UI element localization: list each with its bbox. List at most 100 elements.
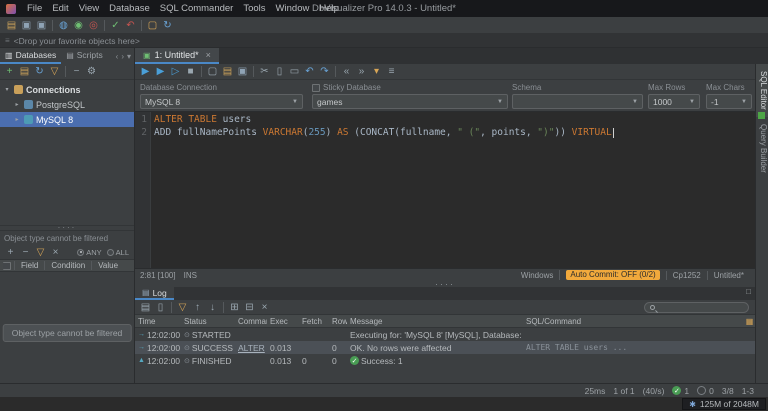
apply-filter-icon[interactable]: ▽ [33, 245, 48, 259]
log-column-message[interactable]: Message [347, 317, 523, 326]
database-dropdown[interactable]: games ▼ [312, 94, 508, 109]
tree-item-postgresql[interactable]: ▸ PostgreSQL [0, 97, 134, 112]
stop-icon[interactable]: ■ [183, 65, 198, 79]
filter-column-value[interactable]: Value [91, 261, 124, 270]
bookmarks-icon[interactable]: ▾ [369, 65, 384, 79]
save-icon[interactable]: ▣ [19, 18, 34, 32]
disconnect-icon[interactable]: ◎ [86, 18, 101, 32]
expand-icon[interactable]: ▸ [13, 101, 21, 108]
max-rows-dropdown[interactable]: 1000 ▼ [648, 94, 700, 109]
expand-icon[interactable]: ▾ [3, 86, 11, 93]
code-line[interactable]: ALTER TABLE users [154, 113, 614, 126]
tab-databases[interactable]: ▥ Databases [0, 48, 62, 64]
menu-view[interactable]: View [74, 3, 104, 14]
radio-any[interactable]: ANY [77, 248, 102, 257]
menu-edit[interactable]: Edit [47, 3, 73, 14]
connection-dropdown[interactable]: MySQL 8 ▼ [140, 94, 303, 109]
log-row[interactable]: ▲ 12:02:00 ⊙ FINISHED 0.013 0 0 ✓ Success: 1 [135, 354, 755, 367]
settings-icon[interactable]: ⚙ [84, 65, 99, 79]
filter-select-all-checkbox[interactable] [3, 261, 11, 270]
maximize-panel-icon[interactable]: □ [746, 287, 751, 296]
memory-indicator[interactable]: ✱ 125M of 2048M [682, 398, 766, 410]
sort-asc-icon[interactable]: ↑ [190, 300, 205, 314]
log-column-rows[interactable]: Rows [329, 317, 347, 326]
log-column-fetch[interactable]: Fetch [299, 317, 329, 326]
right-tab-sql-editor[interactable]: SQL Editor [756, 64, 768, 117]
execute-icon[interactable]: ▶ [138, 65, 153, 79]
autocommit-badge[interactable]: Auto Commit: OFF (0/2) [566, 270, 660, 280]
menu-sql-commander[interactable]: SQL Commander [155, 3, 239, 14]
commit-icon[interactable]: ✓ [108, 18, 123, 32]
create-connection-icon[interactable]: ◍ [56, 18, 71, 32]
add-filter-icon[interactable]: + [3, 245, 18, 259]
schema-dropdown[interactable]: ▼ [512, 94, 643, 109]
tab-prev-icon[interactable]: ‹ [116, 52, 119, 61]
expand-all-icon[interactable]: ⊞ [227, 300, 242, 314]
open-sql-icon[interactable]: ▤ [220, 65, 235, 79]
filter-disabled-button[interactable]: Object type cannot be filtered [2, 324, 132, 342]
log-row[interactable]: → 12:02:00 ⊙ STARTED Executing for: 'MySQL 8… [135, 328, 755, 341]
menu-database[interactable]: Database [104, 3, 155, 14]
save-all-icon[interactable]: ▣ [34, 18, 49, 32]
autocommit-segment[interactable]: Auto Commit: OFF (0/2) [559, 270, 665, 280]
sql-editor[interactable]: 12 ALTER TABLE users ADD fullNamePoints V… [135, 112, 755, 268]
collapse-all-icon[interactable]: − [69, 65, 84, 79]
refresh-icon[interactable]: ↻ [32, 65, 47, 79]
undo-icon[interactable]: ↶ [302, 65, 317, 79]
open-icon[interactable]: ▤ [4, 18, 19, 32]
connect-icon[interactable]: ◉ [71, 18, 86, 32]
create-folder-icon[interactable]: ▤ [17, 65, 32, 79]
log-search-input[interactable] [658, 303, 743, 312]
code-area[interactable]: ALTER TABLE users ADD fullNamePoints VARC… [151, 112, 614, 268]
column-setup-icon[interactable]: ▦ [745, 317, 754, 326]
line-ending-indicator[interactable]: Windows [515, 271, 559, 280]
execute-current-icon[interactable]: ▶ [153, 65, 168, 79]
tree-item-mysql-8[interactable]: ▸ MySQL 8 [0, 112, 134, 127]
menu-window[interactable]: Window [271, 3, 315, 14]
radio-all[interactable]: ALL [106, 248, 129, 257]
drop-area[interactable]: ≡ <Drop your favorite objects here> [0, 34, 768, 48]
log-column-exec[interactable]: Exec [267, 317, 299, 326]
sticky-database-checkbox[interactable] [312, 83, 320, 92]
log-column-command[interactable]: Command [235, 317, 267, 326]
export-log-icon[interactable]: ▤ [138, 300, 153, 314]
log-column-time[interactable]: Time [135, 317, 181, 326]
log-search-box[interactable] [644, 302, 749, 313]
execute-buffer-icon[interactable]: ▷ [168, 65, 183, 79]
menu-help[interactable]: Help [314, 3, 344, 14]
tab-next-icon[interactable]: › [121, 52, 124, 61]
format-sql-icon[interactable]: ≡ [384, 65, 399, 79]
sort-desc-icon[interactable]: ↓ [205, 300, 220, 314]
filter-column-condition[interactable]: Condition [44, 261, 91, 270]
expand-icon[interactable]: ▸ [13, 116, 21, 123]
menu-file[interactable]: File [22, 3, 47, 14]
collapse-all-icon[interactable]: ⊟ [242, 300, 257, 314]
save-sql-icon[interactable]: ▣ [235, 65, 250, 79]
new-sql-icon[interactable]: ▢ [205, 65, 220, 79]
next-statement-icon[interactable]: » [354, 65, 369, 79]
code-line[interactable]: ADD fullNamePoints VARCHAR(255) AS (CONC… [154, 126, 614, 139]
tab-list-icon[interactable]: ▾ [127, 52, 131, 61]
clear-filter-icon[interactable]: × [48, 245, 63, 259]
paste-icon[interactable]: ▭ [287, 65, 302, 79]
log-row[interactable]: → 12:02:00 ⊙ SUCCESS ALTER 0.013 0 OK. No rows … [135, 341, 755, 354]
rollback-icon[interactable]: ↶ [123, 18, 138, 32]
cut-icon[interactable]: ✂ [257, 65, 272, 79]
command-link[interactable]: ALTER [238, 343, 265, 353]
filter-column-field[interactable]: Field [14, 261, 44, 270]
tree-item-connections[interactable]: ▾ Connections [0, 82, 134, 97]
tab-untitled[interactable]: ▣ 1: Untitled* × [135, 48, 219, 64]
refresh-icon[interactable]: ↻ [160, 18, 175, 32]
max-chars-dropdown[interactable]: -1 ▼ [706, 94, 752, 109]
log-column-sql-command[interactable]: SQL/Command [523, 317, 755, 326]
tab-log[interactable]: ▤ Log [135, 287, 174, 300]
copy-log-icon[interactable]: ▯ [153, 300, 168, 314]
right-tab-query-builder[interactable]: Query Builder [756, 117, 768, 180]
filter-icon[interactable]: ▽ [47, 65, 62, 79]
encoding-indicator[interactable]: Cp1252 [665, 270, 707, 280]
remove-filter-icon[interactable]: − [18, 245, 33, 259]
log-column-status[interactable]: Status [181, 317, 235, 326]
menu-tools[interactable]: Tools [238, 3, 270, 14]
clear-log-icon[interactable]: × [257, 300, 272, 314]
create-connection-icon[interactable]: + [2, 65, 17, 79]
